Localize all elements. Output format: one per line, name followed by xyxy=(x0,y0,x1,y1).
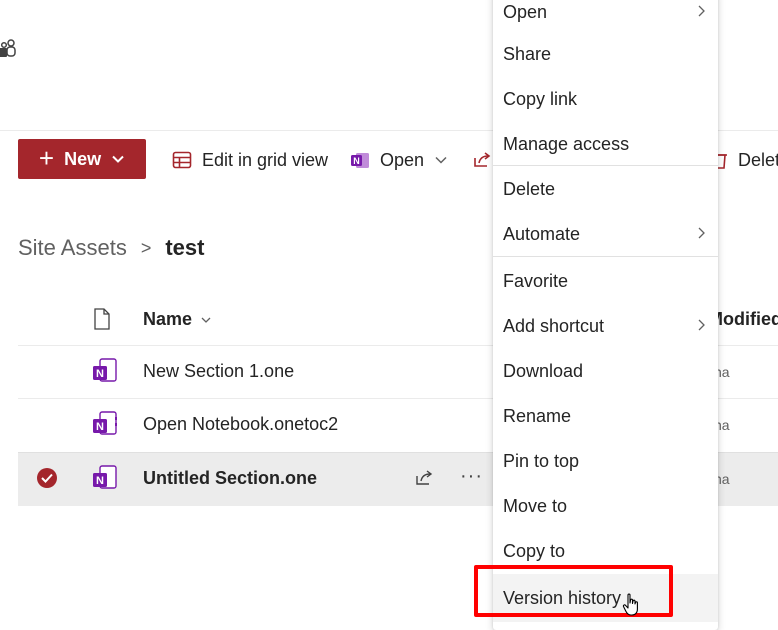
chevron-right-icon xyxy=(698,319,705,331)
menu-item-automate[interactable]: Automate xyxy=(493,212,718,256)
svg-text:N: N xyxy=(96,421,104,433)
chevron-right-icon xyxy=(698,5,705,17)
menu-item-favorite[interactable]: Favorite xyxy=(493,259,718,303)
menu-item-delete[interactable]: Delete xyxy=(493,167,718,211)
name-column-header[interactable]: Name xyxy=(143,309,212,330)
breadcrumb-separator: > xyxy=(140,237,152,258)
menu-item-rename[interactable]: Rename xyxy=(493,394,718,438)
new-button-label: New xyxy=(64,148,102,169)
menu-separator xyxy=(493,256,718,257)
edit-grid-view-label: Edit in grid view xyxy=(202,149,329,170)
breadcrumb-parent[interactable]: Site Assets xyxy=(18,235,127,261)
breadcrumb: Site Assets > test xyxy=(18,233,204,263)
menu-item-manage-access[interactable]: Manage access xyxy=(493,122,718,166)
checkmark-circle-icon[interactable] xyxy=(36,467,58,489)
menu-item-label: Open xyxy=(503,1,548,22)
onenote-notebook-icon: N xyxy=(93,411,117,435)
menu-item-copy-link[interactable]: Copy link xyxy=(493,77,718,121)
menu-item-label: Download xyxy=(503,360,584,381)
modified-column-header[interactable]: Modified xyxy=(708,309,778,330)
grid-icon xyxy=(172,151,192,169)
menu-item-label: Automate xyxy=(503,223,581,244)
open-button[interactable]: N Open xyxy=(350,145,448,175)
menu-item-label: Pin to top xyxy=(503,450,580,471)
menu-item-open[interactable]: Open xyxy=(493,0,718,34)
chevron-down-icon xyxy=(435,156,447,164)
menu-item-label: Move to xyxy=(503,495,568,516)
menu-item-label: Manage access xyxy=(503,133,630,154)
plus-icon: + xyxy=(38,143,55,173)
svg-text:N: N xyxy=(96,368,104,380)
chevron-down-icon xyxy=(201,317,211,323)
name-column-label: Name xyxy=(143,309,193,329)
svg-text:N: N xyxy=(96,475,104,487)
open-button-label: Open xyxy=(380,149,425,170)
file-name[interactable]: Untitled Section.one xyxy=(143,468,317,489)
share-icon[interactable] xyxy=(472,150,492,170)
chevron-right-icon xyxy=(698,227,705,239)
menu-item-share[interactable]: Share xyxy=(493,32,718,76)
menu-item-download[interactable]: Download xyxy=(493,349,718,393)
menu-item-label: Share xyxy=(503,43,552,64)
menu-item-label: Copy link xyxy=(503,88,578,109)
chevron-down-icon xyxy=(112,155,124,163)
hand-cursor-icon xyxy=(622,593,638,616)
menu-item-label: Delete xyxy=(503,178,556,199)
menu-item-label: Copy to xyxy=(503,540,566,561)
menu-item-label: Add shortcut xyxy=(503,315,605,336)
breadcrumb-current[interactable]: test xyxy=(165,235,204,261)
file-name[interactable]: Open Notebook.onetoc2 xyxy=(143,414,338,435)
svg-text:N: N xyxy=(353,156,360,166)
context-menu: Open Share Copy link Manage access Delet… xyxy=(493,0,718,630)
menu-item-pin-to-top[interactable]: Pin to top xyxy=(493,439,718,483)
onenote-file-icon: N xyxy=(93,358,117,382)
menu-item-label: Favorite xyxy=(503,270,569,291)
delete-button-label: Delet xyxy=(738,149,778,170)
delete-button[interactable]: Delet xyxy=(710,145,778,175)
share-icon[interactable] xyxy=(414,468,434,488)
more-options-icon[interactable]: ··· xyxy=(460,465,483,488)
teams-icon xyxy=(0,39,16,57)
menu-item-label: Rename xyxy=(503,405,572,426)
edit-grid-view-button[interactable]: Edit in grid view xyxy=(172,145,328,175)
new-button[interactable]: + New xyxy=(18,139,146,179)
onenote-icon: N xyxy=(351,153,369,168)
menu-item-add-shortcut[interactable]: Add shortcut xyxy=(493,304,718,348)
highlight-annotation xyxy=(474,565,673,617)
menu-separator xyxy=(493,165,718,166)
menu-item-move-to[interactable]: Move to xyxy=(493,484,718,528)
onenote-file-icon: N xyxy=(93,465,117,489)
file-type-icon[interactable] xyxy=(93,308,111,330)
file-name[interactable]: New Section 1.one xyxy=(143,361,294,382)
